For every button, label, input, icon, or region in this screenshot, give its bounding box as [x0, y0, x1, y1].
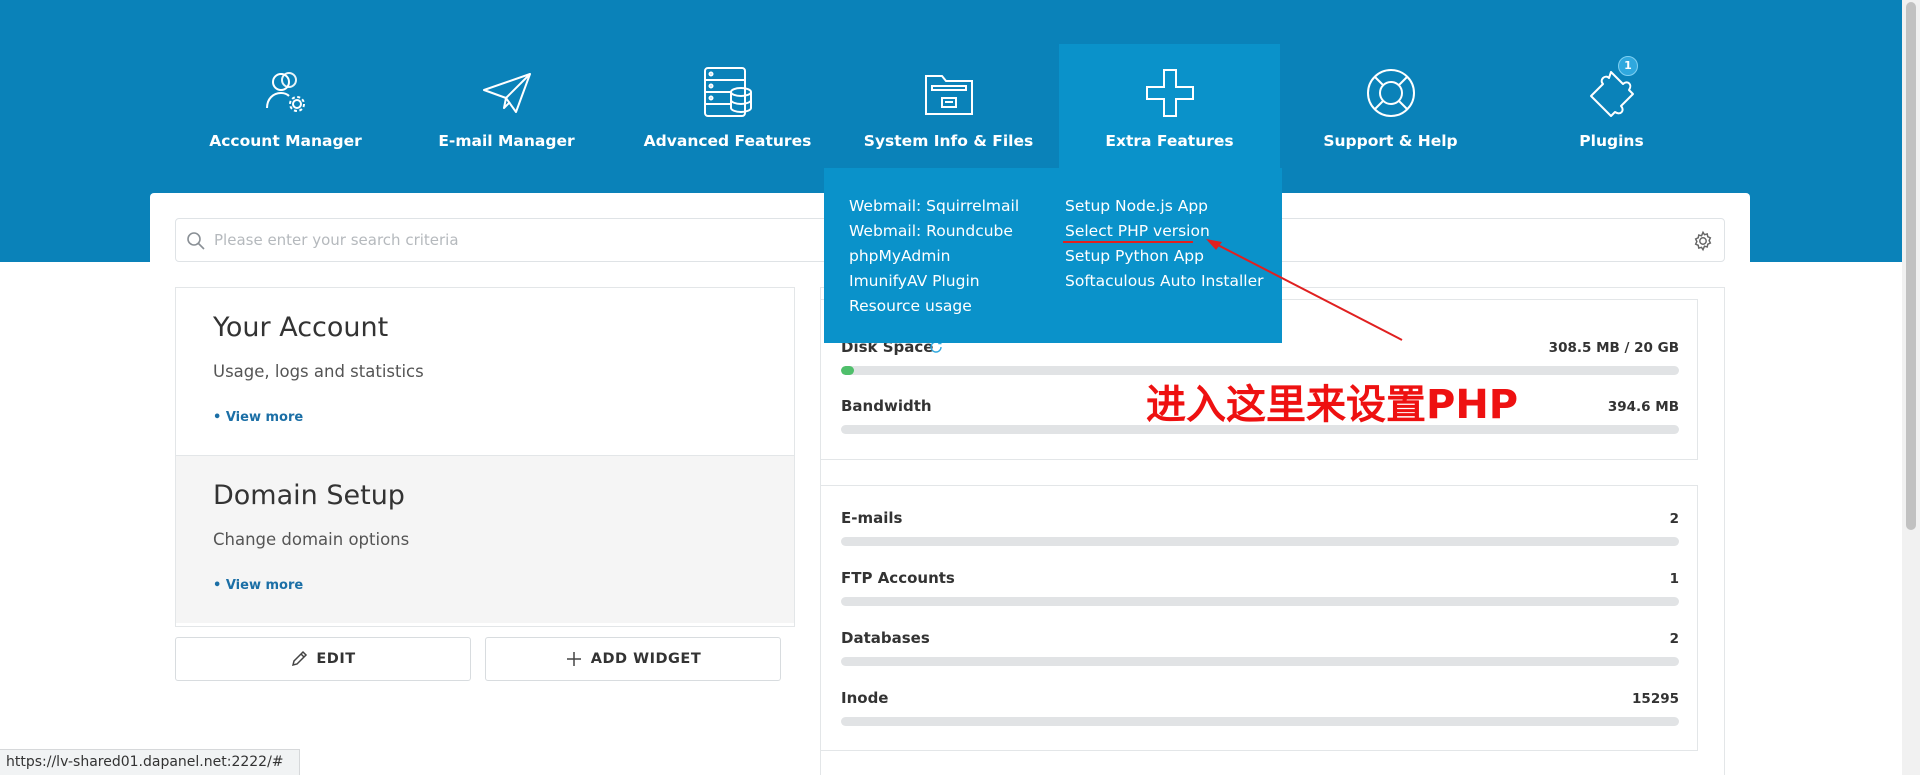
panel-title: Your Account — [213, 312, 389, 343]
nav-label: Plugins — [1579, 132, 1644, 150]
databases-stat: Databases 2 — [841, 629, 1679, 679]
progress-bar — [841, 597, 1679, 606]
stat-value: 308.5 MB / 20 GB — [1548, 340, 1679, 356]
menu-item-python[interactable]: Setup Python App — [1065, 244, 1264, 269]
panel-subtitle: Change domain options — [213, 530, 410, 549]
nav-extra-features[interactable]: Extra Features — [1059, 44, 1280, 168]
panel-title: Domain Setup — [213, 480, 405, 511]
scrollbar-thumb[interactable] — [1906, 2, 1916, 530]
domain-setup-panel[interactable]: Domain Setup Change domain options • Vie… — [176, 455, 794, 623]
nav-label: Support & Help — [1323, 132, 1458, 150]
progress-bar — [841, 717, 1679, 726]
stat-label: FTP Accounts — [841, 569, 955, 587]
nav-support-help[interactable]: Support & Help — [1280, 44, 1501, 168]
stat-value: 15295 — [1632, 691, 1679, 707]
highlight-underline — [1063, 241, 1193, 243]
lifebuoy-icon — [1366, 69, 1415, 117]
pencil-icon — [292, 650, 308, 667]
annotation-text: 进入这里来设置PHP — [1146, 382, 1519, 428]
your-account-panel[interactable]: Your Account Usage, logs and statistics … — [176, 288, 794, 456]
menu-item-roundcube[interactable]: Webmail: Roundcube — [849, 219, 1019, 244]
stat-label: Databases — [841, 629, 930, 647]
nav-label: Extra Features — [1105, 132, 1234, 150]
nav-email-manager[interactable]: E-mail Manager — [396, 44, 617, 168]
stat-label: Inode — [841, 689, 889, 707]
panel-subtitle: Usage, logs and statistics — [213, 362, 424, 381]
nav-account-manager[interactable]: Account Manager — [175, 44, 396, 168]
plus-icon — [1145, 69, 1194, 117]
stat-label: E-mails — [841, 509, 903, 527]
nav-label: Account Manager — [209, 132, 362, 150]
left-widgets: Your Account Usage, logs and statistics … — [175, 287, 795, 627]
edit-button[interactable]: EDIT — [175, 637, 471, 681]
dropdown-right-column: Setup Node.js App Select PHP version Set… — [1065, 194, 1264, 294]
paper-plane-icon — [482, 73, 531, 113]
stat-value: 2 — [1669, 511, 1679, 527]
progress-bar — [841, 537, 1679, 546]
menu-item-resource-usage[interactable]: Resource usage — [849, 294, 1019, 319]
progress-fill — [841, 366, 854, 375]
plus-small-icon — [566, 652, 581, 666]
nav-label: System Info & Files — [863, 132, 1034, 150]
inode-stat: Inode 15295 — [841, 689, 1679, 739]
add-widget-button-label: ADD WIDGET — [590, 651, 702, 667]
stat-label: Bandwidth — [841, 397, 932, 415]
menu-item-squirrelmail[interactable]: Webmail: Squirrelmail — [849, 194, 1019, 219]
menu-item-imunifyav[interactable]: ImunifyAV Plugin — [849, 269, 1019, 294]
menu-item-phpmyadmin[interactable]: phpMyAdmin — [849, 244, 1019, 269]
search-icon — [187, 232, 205, 250]
progress-bar — [841, 657, 1679, 666]
stat-value: 394.6 MB — [1607, 399, 1679, 415]
view-more-link[interactable]: • View more — [213, 410, 303, 425]
account-settings-icon — [265, 72, 305, 112]
edit-button-label: EDIT — [316, 651, 356, 667]
status-bar-url: https://lv-shared01.dapanel.net:2222/# — [0, 749, 300, 775]
ftp-accounts-stat: FTP Accounts 1 — [841, 569, 1679, 619]
stat-value: 1 — [1669, 571, 1679, 587]
view-more-link[interactable]: • View more — [213, 578, 303, 593]
menu-item-nodejs[interactable]: Setup Node.js App — [1065, 194, 1264, 219]
menu-item-softaculous[interactable]: Softaculous Auto Installer — [1065, 269, 1264, 294]
add-widget-button[interactable]: ADD WIDGET — [485, 637, 781, 681]
server-database-icon — [703, 67, 752, 117]
stat-value: 2 — [1669, 631, 1679, 647]
emails-stat: E-mails 2 — [841, 509, 1679, 559]
dropdown-left-column: Webmail: Squirrelmail Webmail: Roundcube… — [849, 194, 1019, 319]
nav-label: Advanced Features — [643, 132, 812, 150]
gear-icon[interactable] — [1692, 230, 1714, 252]
nav-label: E-mail Manager — [438, 132, 575, 150]
vertical-scrollbar[interactable] — [1902, 0, 1920, 775]
nav-advanced-features[interactable]: Advanced Features — [617, 44, 838, 168]
nav-system-info-files[interactable]: System Info & Files — [838, 44, 1059, 168]
folder-icon — [924, 75, 973, 115]
plugins-badge: 1 — [1618, 56, 1638, 76]
page: Account Manager E-mail Manager Advanced … — [0, 0, 1920, 775]
extra-features-dropdown: Webmail: Squirrelmail Webmail: Roundcube… — [824, 168, 1282, 343]
nav-plugins[interactable]: 1 Plugins — [1501, 44, 1722, 168]
counts-box: E-mails 2 FTP Accounts 1 Databases 2 Ino… — [820, 485, 1698, 751]
